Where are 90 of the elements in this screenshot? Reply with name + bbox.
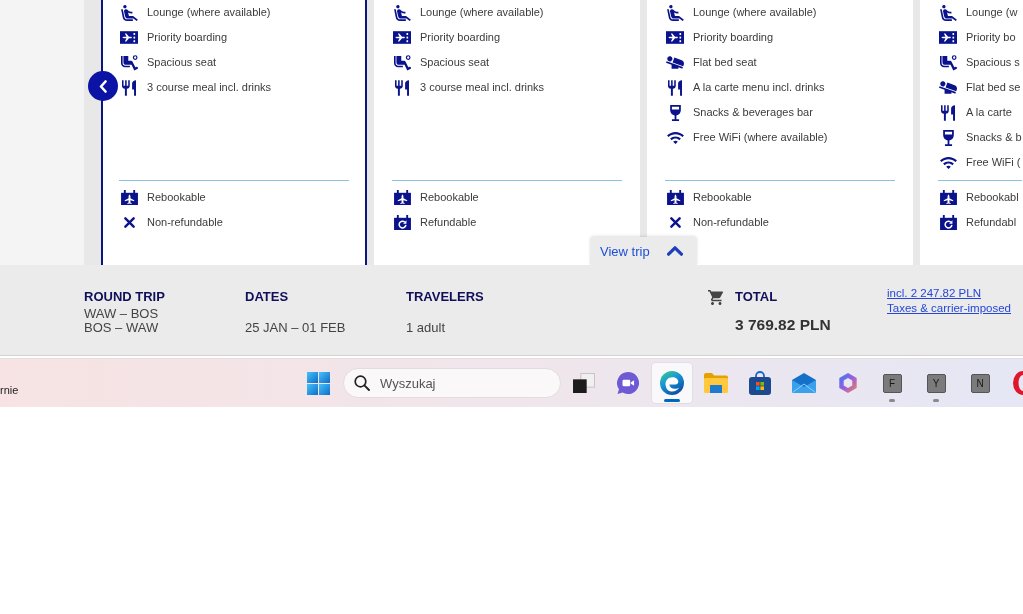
video-chat-icon (617, 372, 639, 394)
wine-glass-icon (669, 104, 681, 121)
summary-value: WAW – BOS (84, 307, 159, 321)
condition-label: Rebookable (420, 191, 479, 204)
summary-heading: ROUND TRIP (84, 289, 166, 305)
feature-label: Lounge (where available) (693, 6, 817, 19)
condition-label: Refundabl (966, 216, 1017, 229)
wine-glass-icon (942, 129, 954, 146)
hexagon-icon (839, 373, 857, 393)
seat-icon (120, 54, 138, 71)
condition-label: Refundable (420, 216, 477, 229)
boarding-pass-icon (393, 31, 411, 44)
feature-label: A la carte (966, 106, 1012, 119)
fork-knife-icon (941, 104, 955, 121)
reclining-seat-icon (939, 4, 957, 21)
search-icon (354, 375, 370, 391)
flat-bed-icon (939, 81, 957, 94)
tax-link[interactable]: Taxes & carrier-imposed (887, 301, 1011, 316)
feature-label: Priority boarding (420, 31, 501, 44)
view-trip-button[interactable]: View trip (590, 237, 697, 265)
cross-icon (123, 217, 135, 228)
boarding-pass-icon (939, 31, 957, 44)
feature-label: 3 course meal incl. drinks (420, 81, 545, 94)
fork-knife-icon (122, 79, 136, 96)
fork-knife-icon (395, 79, 409, 96)
condition-label: Non-refundable (693, 216, 769, 229)
calendar-refresh-icon (393, 215, 411, 230)
feature-label: Lounge (where available) (420, 6, 544, 19)
feature-label: Priority boarding (693, 31, 774, 44)
summary-value: 1 adult (406, 321, 446, 335)
fare-card[interactable]: Lounge (where available) Priority boarding Spacious seat 3 course meal incl. drinks Rebookable Non-refundable (101, 0, 367, 265)
calendar-plane-icon (120, 190, 138, 205)
search-field[interactable]: Wyszukaj (343, 368, 561, 398)
feature-label: Priority bo (966, 31, 1016, 44)
boarding-pass-icon (666, 31, 684, 44)
total-heading: TOTAL (735, 289, 778, 305)
task-view-icon (573, 373, 595, 393)
summary-value: BOS – WAW (84, 321, 159, 335)
shopping-bag-icon (749, 371, 771, 395)
fork-knife-icon (668, 79, 682, 96)
summary-heading: DATES (245, 289, 290, 305)
feature-label: A la carte menu incl. drinks (693, 81, 825, 94)
condition-label: Rebookable (147, 191, 206, 204)
feature-label: Snacks & beverages bar (693, 106, 813, 119)
reclining-seat-icon (666, 4, 684, 21)
total-price: 3 769.82 PLN (735, 315, 831, 335)
condition-label: Rebookable (693, 191, 752, 204)
folder-icon (704, 373, 728, 393)
feature-label: Spacious seat (420, 56, 490, 69)
feature-label: Flat bed seat (693, 56, 757, 69)
taskbar-button[interactable]: F (872, 363, 912, 403)
mail-icon (792, 373, 816, 393)
browser-icon (660, 371, 684, 395)
reclining-seat-icon (120, 4, 138, 21)
feature-label: Snacks & b (966, 131, 1022, 144)
chevron-left-icon (99, 79, 107, 93)
condition-label: Non-refundable (147, 216, 223, 229)
taskbar-button[interactable]: N (960, 363, 1000, 403)
boarding-pass-icon (120, 31, 138, 44)
fare-card[interactable]: Lounge (w Priority bo Spacious s Flat bed se A la carte Snacks & b Free WiFi ( Rebookabl Refundabl (920, 0, 1023, 265)
flat-bed-icon (666, 56, 684, 69)
feature-label: Spacious seat (147, 56, 217, 69)
cart-icon (708, 290, 723, 305)
condition-label: Rebookabl (966, 191, 1019, 204)
taskbar-button[interactable]: Y (916, 363, 956, 403)
feature-label: Spacious s (966, 56, 1020, 69)
feature-label: Lounge (where available) (147, 6, 271, 19)
summary-value: 25 JAN – 01 FEB (245, 321, 346, 335)
seat-icon (939, 54, 957, 71)
widget-label[interactable]: rnie (0, 384, 19, 397)
calendar-plane-icon (666, 190, 684, 205)
reclining-seat-icon (393, 4, 411, 21)
ring-icon (1013, 371, 1023, 395)
start-icon[interactable] (306, 371, 330, 395)
feature-label: Lounge (w (966, 6, 1018, 19)
cross-icon (669, 217, 681, 228)
feature-label: Priority boarding (147, 31, 228, 44)
calendar-plane-icon (939, 190, 957, 205)
wifi-icon (666, 131, 684, 144)
calendar-refresh-icon (939, 215, 957, 230)
feature-label: Free WiFi ( (966, 156, 1021, 169)
wifi-icon (939, 156, 957, 169)
seat-icon (393, 54, 411, 71)
calendar-plane-icon (393, 190, 411, 205)
feature-label: Flat bed se (966, 81, 1021, 94)
feature-label: Free WiFi (where available) (693, 131, 828, 144)
taskbar-button[interactable] (652, 363, 692, 403)
tax-link[interactable]: incl. 2 247.82 PLN (887, 286, 981, 301)
feature-label: 3 course meal incl. drinks (147, 81, 272, 94)
summary-heading: TRAVELERS (406, 289, 485, 305)
